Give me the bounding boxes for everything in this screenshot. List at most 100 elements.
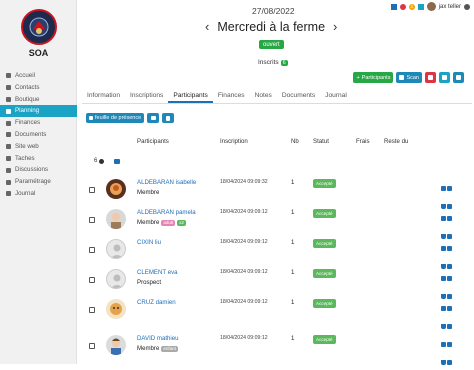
event-date: 27/08/2022 bbox=[252, 6, 295, 16]
envelope-icon[interactable] bbox=[114, 159, 120, 164]
edit-icon[interactable] bbox=[441, 216, 446, 221]
note-icon[interactable] bbox=[447, 276, 452, 281]
row-checkbox[interactable] bbox=[89, 247, 95, 253]
journal-icon bbox=[5, 190, 12, 197]
sidebar-item-contacts[interactable]: Contacts bbox=[0, 82, 77, 94]
table-row: DAVID mathieu Membre enfant 18/04/2024 09… bbox=[77, 332, 474, 365]
tab-finances[interactable]: Finances bbox=[213, 88, 250, 103]
page-title: Mercredi à la ferme bbox=[217, 20, 326, 34]
participant-photo bbox=[106, 299, 126, 319]
participant-name[interactable]: CIXIN liu bbox=[137, 239, 161, 246]
status-badge: ouvert bbox=[259, 40, 284, 49]
tab-documents[interactable]: Documents bbox=[277, 88, 320, 103]
inscription-date: 18/04/2024 09:09:12 bbox=[220, 335, 268, 341]
inscription-date: 18/04/2024 09:09:12 bbox=[220, 269, 268, 275]
participant-photo bbox=[106, 239, 126, 259]
note-icon[interactable] bbox=[447, 186, 452, 191]
prev-event-icon[interactable]: ‹ bbox=[205, 20, 209, 34]
cart-icon[interactable] bbox=[441, 324, 446, 329]
col-participants: Participants bbox=[137, 138, 169, 145]
row-checkbox[interactable] bbox=[89, 217, 95, 223]
participant-role: Prospect bbox=[137, 279, 162, 286]
sidebar-item-finances[interactable]: Finances bbox=[0, 117, 77, 129]
participant-photo bbox=[106, 335, 126, 355]
participant-photo bbox=[106, 179, 126, 199]
inscription-date: 18/04/2024 09:09:12 bbox=[220, 239, 268, 245]
participant-name[interactable]: CLEMENT eva bbox=[137, 269, 178, 276]
bell-icon[interactable] bbox=[399, 3, 406, 10]
note-icon[interactable] bbox=[447, 246, 452, 251]
sidebar-item-accueil[interactable]: Accueil bbox=[0, 70, 77, 82]
refund-icon[interactable] bbox=[447, 360, 452, 365]
sidebar-item-taches[interactable]: Taches bbox=[0, 153, 77, 165]
org-logo[interactable] bbox=[21, 9, 57, 45]
refund-icon[interactable] bbox=[447, 324, 452, 329]
sidebar-item-parametrage[interactable]: Paramétrage bbox=[0, 176, 77, 188]
sidebar-item-planning[interactable]: Planning bbox=[0, 105, 77, 118]
next-event-icon[interactable]: › bbox=[333, 20, 337, 34]
attendance-sheet-button[interactable]: feuille de présence bbox=[86, 113, 145, 123]
sidebar-item-journal[interactable]: Journal bbox=[0, 188, 77, 200]
note-icon[interactable] bbox=[447, 342, 452, 347]
user-avatar[interactable] bbox=[426, 2, 436, 11]
add-participants-button[interactable]: + Participants bbox=[353, 72, 394, 83]
col-nb: Nb bbox=[291, 138, 299, 145]
participant-role: Membre bbox=[137, 189, 160, 196]
title-row: ‹ Mercredi à la ferme › bbox=[205, 20, 337, 35]
sidebar-item-documents[interactable]: Documents bbox=[0, 129, 77, 141]
shop-icon bbox=[5, 96, 12, 103]
row-checkbox[interactable] bbox=[89, 343, 95, 349]
row-checkbox[interactable] bbox=[89, 277, 95, 283]
participant-status: Accepté bbox=[313, 299, 336, 308]
participant-role: Membre enfant bbox=[137, 345, 178, 352]
print-button[interactable] bbox=[453, 72, 464, 83]
tab-information[interactable]: Information bbox=[82, 88, 125, 103]
home-icon bbox=[5, 72, 12, 79]
inscription-date: 18/04/2024 09:09:12 bbox=[220, 209, 268, 215]
user-icon bbox=[99, 158, 105, 164]
tab-journal[interactable]: Journal bbox=[320, 88, 352, 103]
copy-icon bbox=[442, 75, 447, 80]
participant-name[interactable]: DAVID mathieu bbox=[137, 335, 179, 342]
tab-participants[interactable]: Participants bbox=[168, 88, 213, 103]
action-buttons: + Participants Scan bbox=[353, 72, 464, 83]
col-frais: Frais bbox=[356, 138, 370, 145]
sidebar-item-site-web[interactable]: Site web bbox=[0, 141, 77, 153]
tab-notes[interactable]: Notes bbox=[250, 88, 277, 103]
tab-inscriptions[interactable]: Inscriptions bbox=[125, 88, 168, 103]
participant-name[interactable]: ALDEBARAN isabelle bbox=[137, 179, 196, 186]
sidebar-item-discussions[interactable]: Discussions bbox=[0, 164, 77, 176]
flag-icon[interactable] bbox=[417, 3, 424, 10]
sidebar-item-boutique[interactable]: Boutique bbox=[0, 94, 77, 106]
email-button[interactable] bbox=[147, 113, 160, 123]
gear-icon bbox=[5, 179, 12, 186]
edit-icon[interactable] bbox=[441, 306, 446, 311]
note-icon[interactable] bbox=[447, 306, 452, 311]
scan-button[interactable]: Scan bbox=[396, 72, 422, 83]
bookmark-icon[interactable] bbox=[390, 3, 397, 10]
cart-icon[interactable] bbox=[441, 360, 446, 365]
finances-icon bbox=[5, 120, 12, 127]
export-button[interactable] bbox=[162, 113, 175, 123]
edit-icon[interactable] bbox=[441, 276, 446, 281]
user-name[interactable]: jax teller bbox=[439, 4, 461, 10]
note-icon[interactable] bbox=[447, 216, 452, 221]
list-icon bbox=[89, 116, 93, 120]
participant-role: Membre adult x2 bbox=[137, 219, 186, 226]
row-checkbox[interactable] bbox=[89, 307, 95, 313]
row-actions bbox=[441, 298, 455, 334]
table-row: CRUZ damien 18/04/2024 09:09:12 1 Accept… bbox=[77, 296, 474, 329]
copy-button[interactable] bbox=[439, 72, 450, 83]
power-icon[interactable] bbox=[464, 3, 470, 10]
edit-icon[interactable] bbox=[441, 342, 446, 347]
org-name: SOA bbox=[28, 48, 49, 58]
participant-name[interactable]: ALDEBARAN pamela bbox=[137, 209, 196, 216]
trash-icon bbox=[428, 75, 433, 80]
row-checkbox[interactable] bbox=[89, 187, 95, 193]
edit-icon[interactable] bbox=[441, 186, 446, 191]
role-tag: enfant bbox=[161, 345, 178, 352]
delete-button[interactable] bbox=[425, 72, 436, 83]
participant-name[interactable]: CRUZ damien bbox=[137, 299, 176, 306]
edit-icon[interactable] bbox=[441, 246, 446, 251]
envelope-icon bbox=[150, 116, 156, 120]
